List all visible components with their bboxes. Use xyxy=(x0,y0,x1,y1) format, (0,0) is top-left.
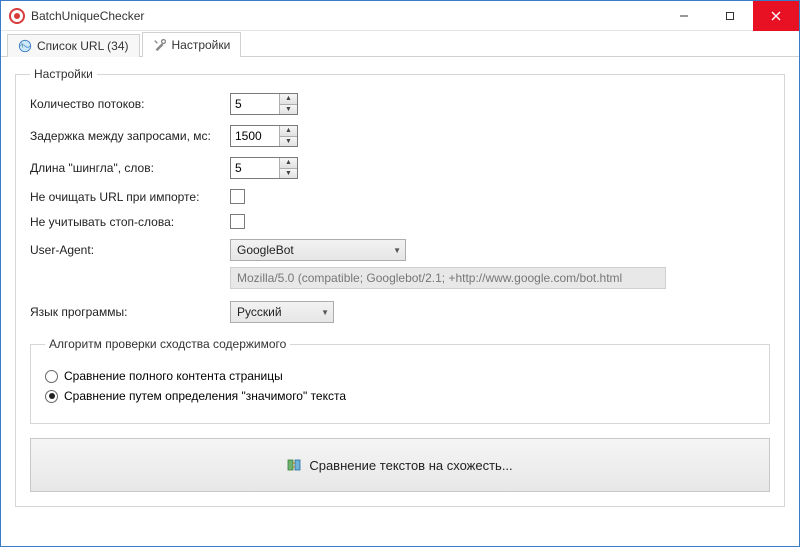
delay-up[interactable]: ▲ xyxy=(280,126,297,137)
algorithm-group: Алгоритм проверки сходства содержимого С… xyxy=(30,337,770,424)
radio-full-label: Сравнение полного контента страницы xyxy=(64,369,283,383)
compare-button-label: Сравнение текстов на схожесть... xyxy=(309,458,512,473)
ua-label: User-Agent: xyxy=(30,243,230,257)
content-area: Настройки Количество потоков: ▲ ▼ Задерж… xyxy=(1,57,799,546)
close-button[interactable] xyxy=(753,1,799,31)
threads-label: Количество потоков: xyxy=(30,97,230,111)
noclear-checkbox[interactable] xyxy=(230,189,245,204)
window-title: BatchUniqueChecker xyxy=(31,9,144,23)
window-controls xyxy=(661,1,799,31)
tab-settings[interactable]: Настройки xyxy=(142,32,242,57)
titlebar: BatchUniqueChecker xyxy=(1,1,799,31)
tools-icon xyxy=(153,38,167,52)
chevron-down-icon: ▼ xyxy=(393,246,401,255)
nostop-checkbox[interactable] xyxy=(230,214,245,229)
threads-up[interactable]: ▲ xyxy=(280,94,297,105)
chevron-down-icon: ▼ xyxy=(321,308,329,317)
delay-down[interactable]: ▼ xyxy=(280,137,297,147)
settings-group: Настройки Количество потоков: ▲ ▼ Задерж… xyxy=(15,67,785,507)
radio-meaning-label: Сравнение путем определения "значимого" … xyxy=(64,389,346,403)
shingle-down[interactable]: ▼ xyxy=(280,169,297,179)
delay-spinner[interactable]: ▲ ▼ xyxy=(230,125,298,147)
app-window: BatchUniqueChecker Список URL (34) xyxy=(0,0,800,547)
radio-icon xyxy=(45,390,58,403)
noclear-label: Не очищать URL при импорте: xyxy=(30,190,230,204)
threads-input[interactable] xyxy=(231,94,279,114)
tab-url-list[interactable]: Список URL (34) xyxy=(7,34,140,57)
lang-label: Язык программы: xyxy=(30,305,230,319)
radio-full-content[interactable]: Сравнение полного контента страницы xyxy=(45,369,755,383)
nostop-label: Не учитывать стоп-слова: xyxy=(30,215,230,229)
lang-combo[interactable]: Русский ▼ xyxy=(230,301,334,323)
shingle-label: Длина "шингла", слов: xyxy=(30,161,230,175)
delay-label: Задержка между запросами, мс: xyxy=(30,129,230,143)
shingle-spinner[interactable]: ▲ ▼ xyxy=(230,157,298,179)
settings-legend: Настройки xyxy=(30,67,97,81)
shingle-up[interactable]: ▲ xyxy=(280,158,297,169)
maximize-button[interactable] xyxy=(707,1,753,31)
ua-combo-value: GoogleBot xyxy=(237,243,294,257)
tab-url-list-label: Список URL (34) xyxy=(37,39,129,53)
compare-button[interactable]: Сравнение текстов на схожесть... xyxy=(30,438,770,492)
radio-icon xyxy=(45,370,58,383)
minimize-icon xyxy=(679,11,689,21)
minimize-button[interactable] xyxy=(661,1,707,31)
delay-input[interactable] xyxy=(231,126,279,146)
threads-spinner[interactable]: ▲ ▼ xyxy=(230,93,298,115)
ua-combo[interactable]: GoogleBot ▼ xyxy=(230,239,406,261)
shingle-input[interactable] xyxy=(231,158,279,178)
close-icon xyxy=(771,11,781,21)
app-icon xyxy=(9,8,25,24)
lang-combo-value: Русский xyxy=(237,305,282,319)
threads-down[interactable]: ▼ xyxy=(280,105,297,115)
tab-bar: Список URL (34) Настройки xyxy=(1,31,799,57)
radio-meaningful-text[interactable]: Сравнение путем определения "значимого" … xyxy=(45,389,755,403)
tab-settings-label: Настройки xyxy=(172,38,231,52)
globe-icon xyxy=(18,39,32,53)
algorithm-legend: Алгоритм проверки сходства содержимого xyxy=(45,337,290,351)
compare-icon xyxy=(287,458,301,472)
maximize-icon xyxy=(725,11,735,21)
ua-string-field: Mozilla/5.0 (compatible; Googlebot/2.1; … xyxy=(230,267,666,289)
